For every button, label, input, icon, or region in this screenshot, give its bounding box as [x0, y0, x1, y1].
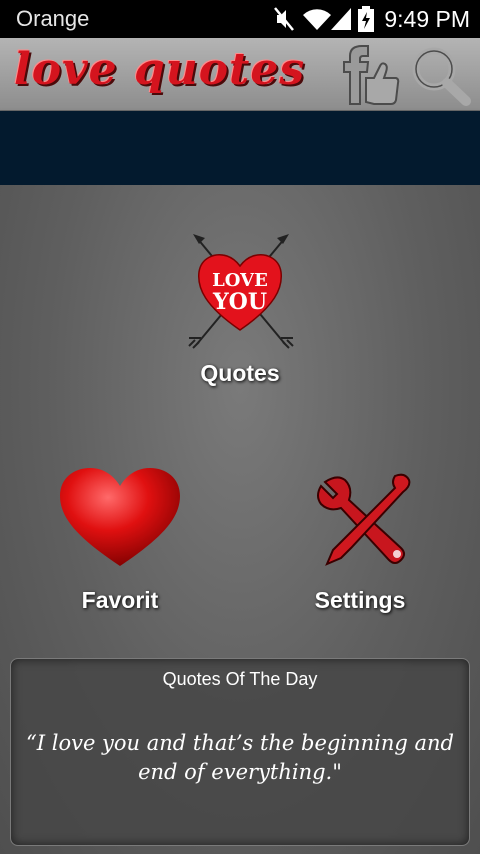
quote-of-the-day-panel: Quotes Of The Day “I love you and that’s… [10, 658, 470, 846]
signal-icon [331, 8, 351, 30]
app-bar: love quotes [0, 38, 480, 111]
status-bar: Orange 9:49 PM [0, 0, 480, 38]
wifi-icon [303, 9, 331, 31]
clock: 9:49 PM [384, 6, 470, 32]
quote-of-the-day-title: Quotes Of The Day [162, 669, 318, 689]
settings-label: Settings [314, 587, 406, 613]
facebook-like-button[interactable] [336, 44, 400, 106]
quotes-label: Quotes [200, 360, 280, 386]
love-you-heart-arrows-icon: LOVE YOU [188, 234, 294, 349]
carrier-name: Orange [16, 6, 90, 31]
heart-icon [60, 468, 180, 566]
search-icon [412, 47, 471, 106]
app-title: love quotes [14, 44, 306, 95]
battery-charging-icon [358, 6, 374, 32]
quote-of-the-day-text: “I love you and that’s the beginning and… [26, 731, 454, 784]
icon-you-text: YOU [212, 289, 267, 315]
wrench-screwdriver-icon [317, 473, 411, 566]
quotes-button[interactable]: LOVE YOU Quotes [160, 230, 320, 387]
settings-button[interactable]: Settings [280, 468, 440, 614]
icon-love-text: LOVE [212, 270, 268, 291]
search-button[interactable] [408, 44, 472, 106]
facebook-like-icon [343, 45, 400, 105]
favorit-label: Favorit [81, 587, 159, 613]
favorit-button[interactable]: Favorit [40, 468, 200, 614]
ad-banner[interactable] [0, 111, 480, 185]
mute-icon [274, 7, 294, 31]
